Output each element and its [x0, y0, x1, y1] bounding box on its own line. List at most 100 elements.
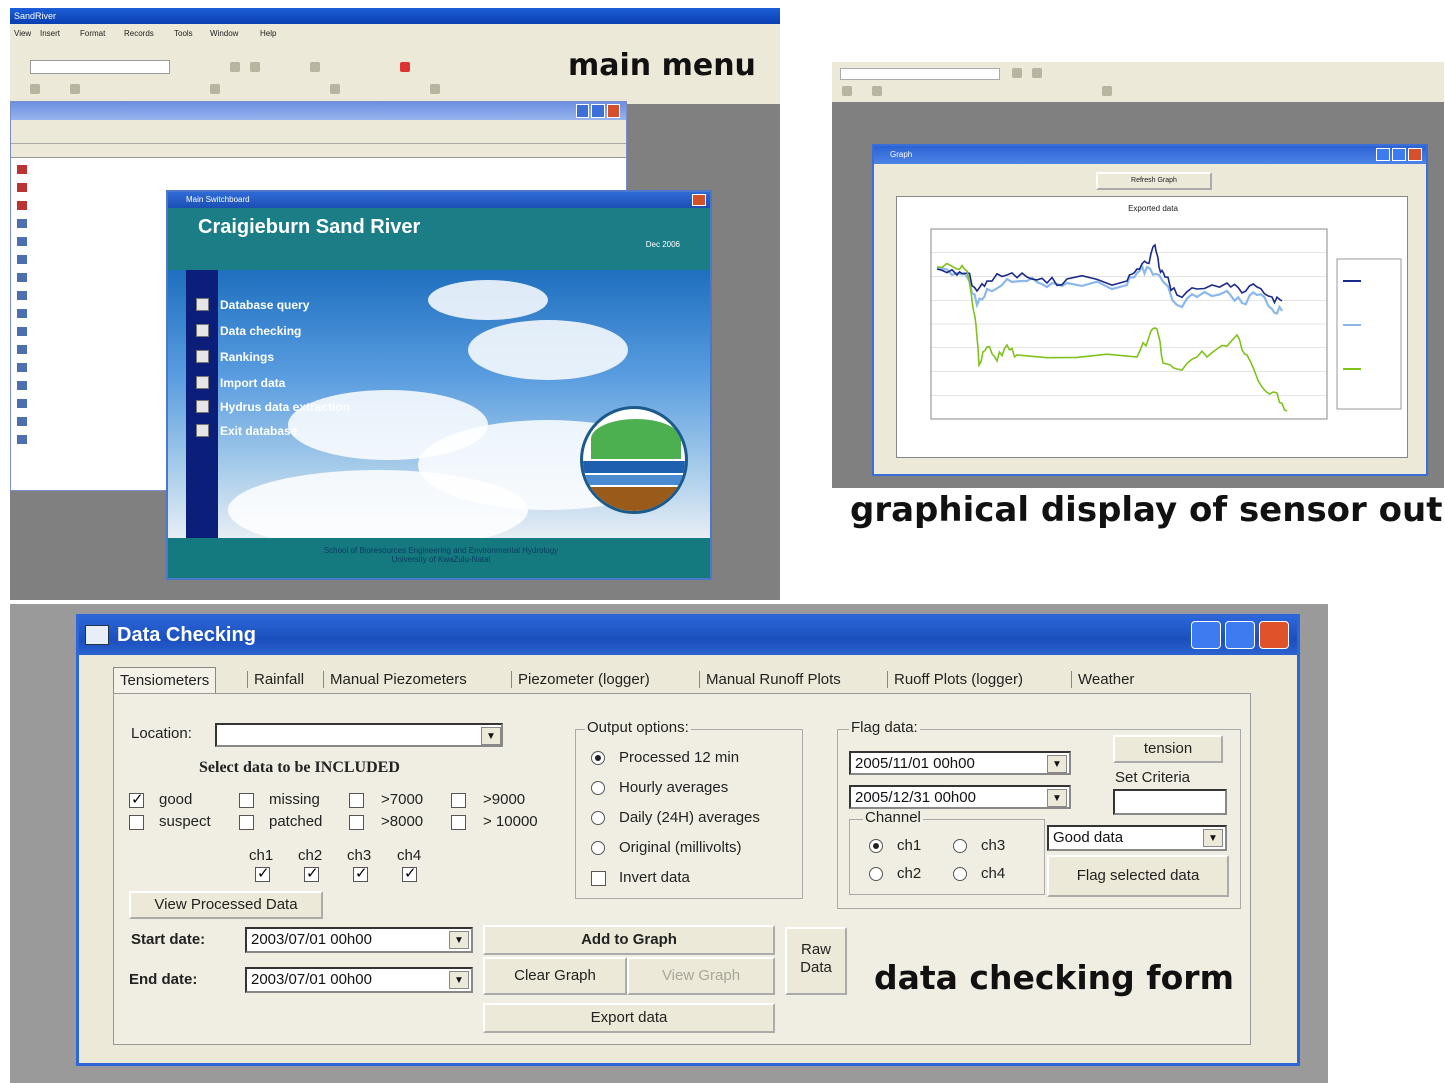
font-color-icon[interactable]: [400, 62, 410, 72]
menu-view[interactable]: View: [14, 29, 31, 38]
menu-help[interactable]: Help: [260, 29, 276, 38]
italic-icon[interactable]: [250, 62, 260, 72]
raw-data-button[interactable]: Raw Data: [785, 927, 847, 995]
minimize-icon[interactable]: [1191, 621, 1221, 649]
flag-to-field[interactable]: 2005/12/31 00h00: [849, 785, 1071, 809]
switchboard-button-3[interactable]: [196, 376, 209, 389]
gt7000-checkbox[interactable]: [349, 793, 364, 808]
bold-icon[interactable]: [1012, 68, 1022, 78]
good-checkbox[interactable]: ✓: [129, 791, 144, 808]
close-icon[interactable]: [692, 194, 706, 206]
export-data-button[interactable]: Export data: [483, 1003, 775, 1033]
ch3-checkbox[interactable]: ✓: [353, 865, 368, 882]
flag-ch2-radio[interactable]: [869, 867, 883, 881]
view-processed-data-button[interactable]: View Processed Data: [129, 891, 323, 919]
tension-button[interactable]: tension: [1113, 735, 1223, 763]
print-icon[interactable]: [70, 84, 80, 94]
gt10000-checkbox[interactable]: [451, 815, 466, 830]
switchboard-button-2[interactable]: [196, 350, 209, 363]
add-to-graph-button[interactable]: Add to Graph: [483, 925, 775, 955]
switchboard-button-4[interactable]: [196, 400, 209, 413]
minimize-icon[interactable]: [576, 104, 590, 118]
refresh-graph-button[interactable]: Refresh Graph: [1096, 172, 1212, 190]
list-item[interactable]: [17, 342, 27, 356]
switchboard-button-1[interactable]: [196, 324, 209, 337]
minimize-icon[interactable]: [1376, 148, 1390, 161]
flag-ch1-radio[interactable]: [869, 839, 883, 853]
switchboard-button-0[interactable]: [196, 298, 209, 311]
flag-status-select[interactable]: Good data: [1047, 825, 1227, 851]
hourly-radio[interactable]: [591, 781, 605, 795]
switchboard-button-5[interactable]: [196, 424, 209, 437]
maximize-icon[interactable]: [591, 104, 605, 118]
ch4-checkbox[interactable]: ✓: [402, 865, 417, 882]
chevron-down-icon[interactable]: ▼: [1047, 789, 1067, 807]
gt9000-checkbox[interactable]: [451, 793, 466, 808]
menu-window[interactable]: Window: [210, 29, 238, 38]
close-icon[interactable]: [1259, 621, 1289, 649]
chevron-down-icon[interactable]: ▼: [449, 971, 469, 989]
find-icon[interactable]: [1102, 86, 1112, 96]
menu-insert[interactable]: Insert: [40, 29, 60, 38]
chevron-down-icon[interactable]: ▼: [1203, 829, 1223, 847]
missing-checkbox[interactable]: [239, 793, 254, 808]
align-icon[interactable]: [310, 62, 320, 72]
list-item[interactable]: [17, 198, 27, 212]
menu-records[interactable]: Records: [124, 29, 154, 38]
tab-runoff-plots-logger[interactable]: Ruoff Plots (logger): [887, 671, 1029, 688]
clear-graph-button[interactable]: Clear Graph: [483, 957, 627, 995]
list-item[interactable]: [17, 324, 27, 338]
chevron-down-icon[interactable]: ▼: [481, 727, 501, 745]
ch1-checkbox[interactable]: ✓: [255, 865, 270, 882]
sort-icon[interactable]: [210, 84, 220, 94]
tab-rainfall[interactable]: Rainfall: [247, 671, 310, 688]
tab-piezometer-logger[interactable]: Piezometer (logger): [511, 671, 656, 688]
menu-tools[interactable]: Tools: [174, 29, 193, 38]
window-icon[interactable]: [430, 84, 440, 94]
original-radio[interactable]: [591, 841, 605, 855]
bold-icon[interactable]: [230, 62, 240, 72]
chevron-down-icon[interactable]: ▼: [449, 931, 469, 949]
list-item[interactable]: [17, 252, 27, 266]
tab-manual-runoff-plots[interactable]: Manual Runoff Plots: [699, 671, 847, 688]
list-item[interactable]: [17, 360, 27, 374]
list-item[interactable]: [17, 180, 27, 194]
save-icon[interactable]: [30, 84, 40, 94]
italic-icon[interactable]: [1032, 68, 1042, 78]
close-icon[interactable]: [606, 104, 620, 118]
save-icon[interactable]: [842, 86, 852, 96]
maximize-icon[interactable]: [1392, 148, 1406, 161]
end-date-field[interactable]: 2003/07/01 00h00: [245, 967, 473, 993]
list-item[interactable]: [17, 288, 27, 302]
find-icon[interactable]: [330, 84, 340, 94]
invert-data-checkbox[interactable]: [591, 871, 606, 886]
flag-ch4-radio[interactable]: [953, 867, 967, 881]
font-select[interactable]: [30, 60, 170, 74]
processed-radio[interactable]: [591, 751, 605, 765]
chevron-down-icon[interactable]: ▼: [1047, 755, 1067, 773]
list-item[interactable]: [17, 396, 27, 410]
list-item[interactable]: [17, 216, 27, 230]
list-item[interactable]: [17, 306, 27, 320]
view-graph-button[interactable]: View Graph: [627, 957, 775, 995]
print-icon[interactable]: [872, 86, 882, 96]
list-item[interactable]: [17, 378, 27, 392]
list-item[interactable]: [17, 270, 27, 284]
list-item[interactable]: [17, 414, 27, 428]
gt8000-checkbox[interactable]: [349, 815, 364, 830]
list-item[interactable]: [17, 432, 27, 446]
flag-selected-data-button[interactable]: Flag selected data: [1047, 855, 1229, 897]
patched-checkbox[interactable]: [239, 815, 254, 830]
suspect-checkbox[interactable]: [129, 815, 144, 830]
ch2-checkbox[interactable]: ✓: [304, 865, 319, 882]
maximize-icon[interactable]: [1225, 621, 1255, 649]
tab-weather[interactable]: Weather: [1071, 671, 1140, 688]
font-select[interactable]: [840, 68, 1000, 80]
menu-format[interactable]: Format: [80, 29, 105, 38]
close-icon[interactable]: [1408, 148, 1422, 161]
list-item[interactable]: [17, 234, 27, 248]
list-item[interactable]: [17, 162, 27, 176]
location-select[interactable]: [215, 723, 503, 747]
daily-radio[interactable]: [591, 811, 605, 825]
flag-ch3-radio[interactable]: [953, 839, 967, 853]
